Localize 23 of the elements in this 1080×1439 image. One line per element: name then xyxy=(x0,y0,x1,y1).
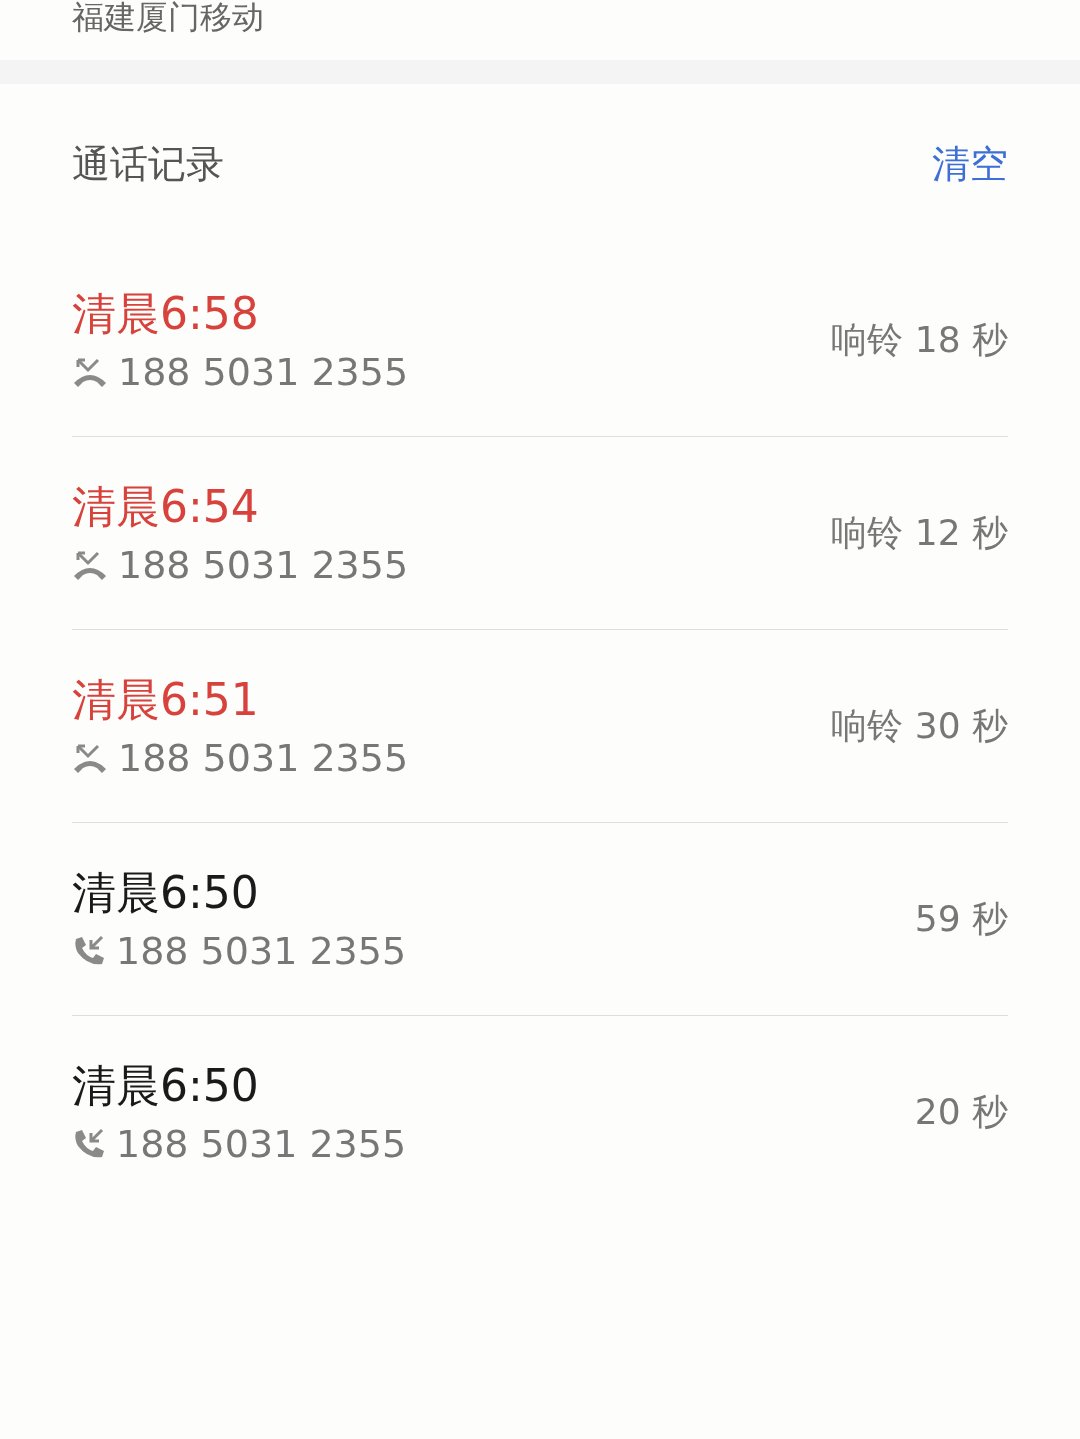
phone-number: 188 5031 2355 xyxy=(118,543,409,587)
missed-call-icon xyxy=(72,357,108,387)
call-time: 清晨6:50 xyxy=(72,866,260,920)
carrier-label: 福建厦门移动 xyxy=(71,0,265,38)
call-duration: 20 秒 xyxy=(914,1089,1008,1134)
phone-number: 188 5031 2355 xyxy=(116,1122,407,1166)
missed-call-icon xyxy=(72,550,108,580)
call-duration: 响铃 12 秒 xyxy=(831,510,1008,555)
phone-number: 188 5031 2355 xyxy=(118,350,409,394)
call-duration: 59 秒 xyxy=(914,896,1008,941)
clear-button[interactable]: 清空 xyxy=(932,138,1008,190)
incoming-call-icon xyxy=(72,935,106,967)
phone-number: 188 5031 2355 xyxy=(118,736,409,780)
call-time: 清晨6:58 xyxy=(72,287,260,341)
section-title: 通话记录 xyxy=(72,140,224,188)
phone-number: 188 5031 2355 xyxy=(116,929,407,973)
call-duration: 响铃 18 秒 xyxy=(831,317,1008,362)
call-time: 清晨6:54 xyxy=(72,480,260,534)
missed-call-icon xyxy=(72,743,108,773)
call-time: 清晨6:51 xyxy=(72,673,260,727)
call-time: 清晨6:50 xyxy=(72,1059,260,1113)
call-duration: 响铃 30 秒 xyxy=(831,703,1008,748)
incoming-call-icon xyxy=(72,1128,106,1160)
